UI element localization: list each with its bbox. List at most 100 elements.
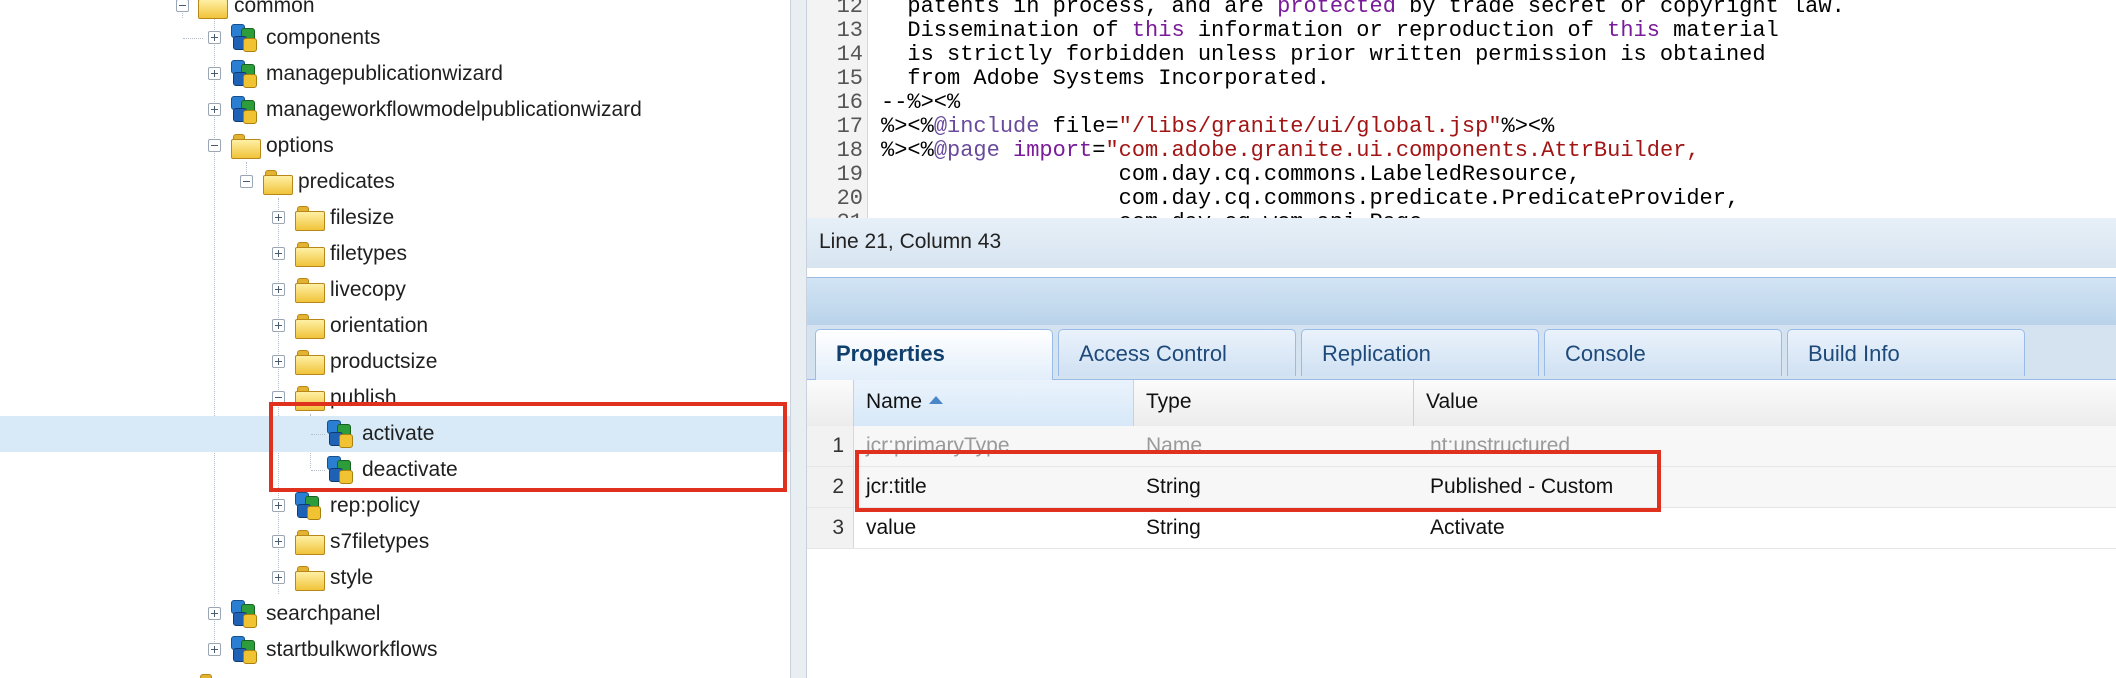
tab-label: Properties (836, 341, 945, 366)
code-token: %><% (881, 138, 934, 163)
code-line[interactable]: 18 %><%@page import="com.adobe.granite.ui… (807, 139, 2116, 163)
tab-build-info[interactable]: Build Info (1787, 329, 2025, 376)
tree-node[interactable]: filetypes (0, 236, 790, 272)
expand-toggle-icon[interactable] (272, 355, 285, 368)
code-text: com.day.cq.commons.predicate.PredicatePr… (881, 187, 1740, 211)
expand-toggle-icon[interactable] (208, 607, 221, 620)
code-token: this (1607, 18, 1660, 43)
expand-toggle-icon[interactable] (272, 571, 285, 584)
expand-toggle-icon[interactable] (272, 247, 285, 260)
code-text: %><%@page import="com.adobe.granite.ui.c… (881, 139, 1700, 163)
grid-header: Name Type Value (807, 380, 2116, 427)
code-token: is strictly forbidden unless prior writt… (881, 42, 1766, 67)
column-header-value[interactable]: Value (1414, 380, 2116, 426)
tree-node[interactable]: rep:policy (0, 488, 790, 524)
tree-node-label: filesize (330, 206, 395, 229)
code-token: file= (1039, 114, 1119, 139)
code-text: from Adobe Systems Incorporated. (881, 66, 1330, 91)
expand-toggle-icon[interactable] (208, 643, 221, 656)
collapse-toggle-icon[interactable] (176, 0, 189, 12)
expand-toggle-icon[interactable] (272, 499, 285, 512)
collapse-toggle-icon[interactable] (240, 175, 253, 188)
expand-toggle-icon[interactable] (208, 31, 221, 44)
tree-node[interactable]: predicates (0, 164, 790, 200)
expand-toggle-icon[interactable] (272, 283, 285, 296)
tree-node[interactable]: orientation (0, 308, 790, 344)
code-token: from Adobe Systems Incorporated. (881, 66, 1330, 91)
expand-toggle-icon[interactable] (272, 319, 285, 332)
properties-grid: Name Type Value 1 jcr:primaryType Name n… (807, 380, 2116, 678)
code-token: information or reproduction of (1184, 18, 1608, 43)
tab-label: Replication (1322, 341, 1431, 366)
code-line[interactable]: 14 is strictly forbidden unless prior wr… (807, 43, 2116, 67)
column-header-label: Value (1426, 390, 1479, 413)
tab-console[interactable]: Console (1544, 329, 1782, 376)
row-number: 3 (807, 508, 854, 548)
tree-node[interactable]: filesize (0, 200, 790, 236)
column-header-name[interactable]: Name (854, 380, 1134, 426)
code-line[interactable]: 19 com.day.cq.commons.LabeledResource, (807, 163, 2116, 187)
line-number: 14 (836, 42, 863, 67)
column-header-type[interactable]: Type (1134, 380, 1414, 426)
folder-icon (295, 530, 325, 555)
table-row[interactable]: 3 value String Activate (807, 508, 2116, 549)
code-line[interactable]: 20 com.day.cq.commons.predicate.Predicat… (807, 187, 2116, 211)
tree-node[interactable]: components (0, 20, 790, 56)
code-line[interactable]: 15 from Adobe Systems Incorporated. (807, 67, 2116, 91)
tree-node-label: components (266, 26, 381, 49)
tab-properties[interactable]: Properties (815, 329, 1053, 380)
tree-node[interactable]: livecopy (0, 272, 790, 308)
code-line[interactable]: 13 Dissemination of this information or … (807, 19, 2116, 43)
code-token: "/libs/granite/ui/global.jsp" (1118, 114, 1502, 139)
expand-toggle-icon[interactable] (208, 67, 221, 80)
tree-node[interactable]: productsize (0, 344, 790, 380)
tree-node[interactable]: searchpanel (0, 596, 790, 632)
line-number: 15 (836, 66, 863, 91)
tree-node[interactable]: manageworkflowmodelpublicationwizard (0, 92, 790, 128)
line-number: 13 (836, 18, 863, 43)
tree-node[interactable]: options (0, 128, 790, 164)
annotation-highlight-box (855, 450, 1661, 512)
code-line[interactable]: 12 patents in process, and are protected… (807, 0, 2116, 19)
tree-node[interactable]: managepublicationwizard (0, 56, 790, 92)
line-number: 18 (836, 138, 863, 163)
editor-status-bar: Line 21, Column 43 (807, 218, 2116, 269)
code-text: com.day.cq.commons.LabeledResource, (881, 163, 1581, 187)
expand-toggle-icon[interactable] (272, 211, 285, 224)
tree-node[interactable]: s7filetypes (0, 524, 790, 560)
tree-node-label: options (266, 134, 334, 157)
property-type: String (1146, 516, 1201, 539)
code-text: patents in process, and are protected by… (881, 0, 1844, 19)
expand-toggle-icon[interactable] (208, 103, 221, 116)
node-icon (229, 24, 261, 52)
code-text: is strictly forbidden unless prior writt… (881, 42, 1766, 67)
row-number: 2 (807, 467, 854, 507)
tree-node-label: livecopy (330, 278, 406, 301)
rownum-header (807, 380, 854, 426)
tree-node-label: searchpanel (266, 602, 381, 625)
tab-strip: Properties Access Control Replication Co… (807, 325, 2116, 380)
property-value: Activate (1430, 516, 1505, 539)
code-token: protected (1277, 0, 1396, 19)
node-icon (229, 96, 261, 124)
tab-access-control[interactable]: Access Control (1058, 329, 1296, 376)
expand-toggle-icon[interactable] (272, 535, 285, 548)
folder-icon (198, 0, 228, 19)
panel-splitter[interactable] (790, 0, 807, 678)
tree-node[interactable] (0, 668, 790, 678)
code-line[interactable]: 16 --%><% (807, 91, 2116, 115)
tree-node-label: managepublicationwizard (266, 62, 503, 85)
sort-ascending-icon (929, 396, 944, 405)
tree-node[interactable]: startbulkworkflows (0, 632, 790, 668)
code-token: com.day.cq.commons.LabeledResource, (881, 162, 1581, 187)
annotation-highlight-box (269, 402, 787, 492)
folder-icon (295, 278, 325, 303)
code-editor[interactable]: 12 patents in process, and are protected… (807, 0, 2116, 219)
node-icon (229, 60, 261, 88)
tree-node[interactable]: style (0, 560, 790, 596)
code-token: %><% (1501, 114, 1555, 139)
tab-replication[interactable]: Replication (1301, 329, 1539, 376)
collapse-toggle-icon[interactable] (208, 139, 221, 152)
code-line[interactable]: 17 %><%@include file="/libs/granite/ui/gl… (807, 115, 2116, 139)
